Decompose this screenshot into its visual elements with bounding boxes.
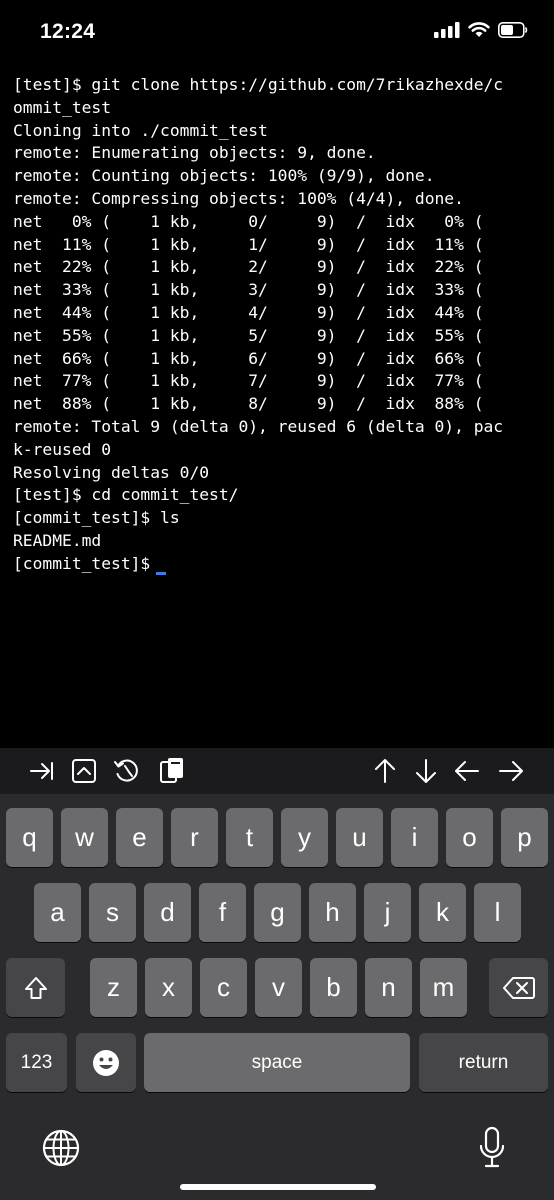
terminal-prompt: [commit_test]$ — [13, 553, 151, 573]
keyboard-accessory-toolbar — [0, 748, 554, 794]
terminal-line: [test]$ cd commit_test/ — [13, 485, 239, 505]
key-l[interactable]: l — [474, 883, 521, 942]
text-cursor — [156, 571, 167, 575]
key-z[interactable]: z — [90, 958, 137, 1017]
key-h[interactable]: h — [309, 883, 356, 942]
arrow-up-icon[interactable] — [370, 756, 400, 786]
arrow-down-icon[interactable] — [411, 756, 441, 786]
status-time: 12:24 — [40, 20, 96, 43]
space-key[interactable]: space — [144, 1033, 410, 1092]
terminal-line: k-reused 0 — [13, 439, 112, 459]
key-w[interactable]: w — [61, 808, 108, 867]
terminal-line: net 88% ( 1 kb, 8/ 9) / idx 88% ( — [13, 394, 484, 414]
terminal-line: remote: Compressing objects: 100% (4/4),… — [13, 188, 464, 208]
backspace-icon — [502, 976, 535, 999]
emoji-key[interactable] — [76, 1033, 136, 1092]
terminal-line: remote: Total 9 (delta 0), reused 6 (del… — [13, 416, 504, 436]
terminal-line: ommit_test — [13, 97, 112, 117]
history-icon[interactable] — [112, 756, 142, 786]
key-f[interactable]: f — [199, 883, 246, 942]
microphone-icon[interactable] — [477, 1126, 507, 1170]
terminal-line: net 22% ( 1 kb, 2/ 9) / idx 22% ( — [13, 257, 484, 277]
return-key[interactable]: return — [419, 1033, 548, 1092]
key-q[interactable]: q — [6, 808, 53, 867]
key-u[interactable]: u — [336, 808, 383, 867]
terminal-line: remote: Counting objects: 100% (9/9), do… — [13, 166, 435, 186]
terminal-line: net 11% ( 1 kb, 1/ 9) / idx 11% ( — [13, 234, 484, 254]
terminal-line: Cloning into ./commit_test — [13, 120, 268, 140]
terminal-line: README.md — [13, 530, 102, 550]
key-s[interactable]: s — [89, 883, 136, 942]
numbers-key[interactable]: 123 — [6, 1033, 67, 1092]
emoji-icon — [93, 1049, 119, 1076]
key-p[interactable]: p — [501, 808, 548, 867]
terminal-line: Resolving deltas 0/0 — [13, 462, 210, 482]
key-r[interactable]: r — [171, 808, 218, 867]
home-indicator — [180, 1184, 376, 1190]
status-bar: 12:24 — [0, 0, 554, 66]
key-d[interactable]: d — [144, 883, 191, 942]
clipboard-icon[interactable] — [157, 756, 187, 786]
key-k[interactable]: k — [419, 883, 466, 942]
key-a[interactable]: a — [34, 883, 81, 942]
key-y[interactable]: y — [281, 808, 328, 867]
arrow-right-icon[interactable] — [496, 756, 526, 786]
terminal-line: [commit_test]$ ls — [13, 508, 180, 528]
battery-icon — [498, 22, 528, 38]
shift-icon — [24, 976, 47, 999]
key-o[interactable]: o — [446, 808, 493, 867]
key-b[interactable]: b — [310, 958, 357, 1017]
terminal-line: net 44% ( 1 kb, 4/ 9) / idx 44% ( — [13, 302, 484, 322]
globe-icon[interactable] — [41, 1128, 81, 1168]
key-j[interactable]: j — [364, 883, 411, 942]
wifi-icon — [468, 22, 490, 37]
cellular-signal-icon — [434, 22, 460, 38]
tab-icon[interactable] — [27, 756, 57, 786]
terminal-line: remote: Enumerating objects: 9, done. — [13, 143, 376, 163]
terminal-line: net 33% ( 1 kb, 3/ 9) / idx 33% ( — [13, 280, 484, 300]
terminal-line: net 55% ( 1 kb, 5/ 9) / idx 55% ( — [13, 325, 484, 345]
key-t[interactable]: t — [226, 808, 273, 867]
key-n[interactable]: n — [365, 958, 412, 1017]
status-icons — [434, 22, 528, 38]
terminal-line: [test]$ git clone https://github.com/7ri… — [13, 75, 504, 94]
key-e[interactable]: e — [116, 808, 163, 867]
key-x[interactable]: x — [145, 958, 192, 1017]
keyboard: qwertyuiop asdfghjkl zxcvbnm 123 space r… — [0, 794, 554, 1200]
backspace-key[interactable] — [489, 958, 548, 1017]
escape-icon[interactable] — [69, 756, 99, 786]
key-i[interactable]: i — [391, 808, 438, 867]
shift-key[interactable] — [6, 958, 65, 1017]
terminal-prompt-line[interactable]: [commit_test]$ — [13, 553, 543, 576]
key-m[interactable]: m — [420, 958, 467, 1017]
key-c[interactable]: c — [200, 958, 247, 1017]
terminal-output[interactable]: [test]$ git clone https://github.com/7ri… — [13, 74, 543, 576]
terminal-line: net 0% ( 1 kb, 0/ 9) / idx 0% ( — [13, 211, 484, 231]
key-v[interactable]: v — [255, 958, 302, 1017]
terminal-line: net 77% ( 1 kb, 7/ 9) / idx 77% ( — [13, 371, 484, 391]
key-g[interactable]: g — [254, 883, 301, 942]
arrow-left-icon[interactable] — [452, 756, 482, 786]
terminal-line: net 66% ( 1 kb, 6/ 9) / idx 66% ( — [13, 348, 484, 368]
